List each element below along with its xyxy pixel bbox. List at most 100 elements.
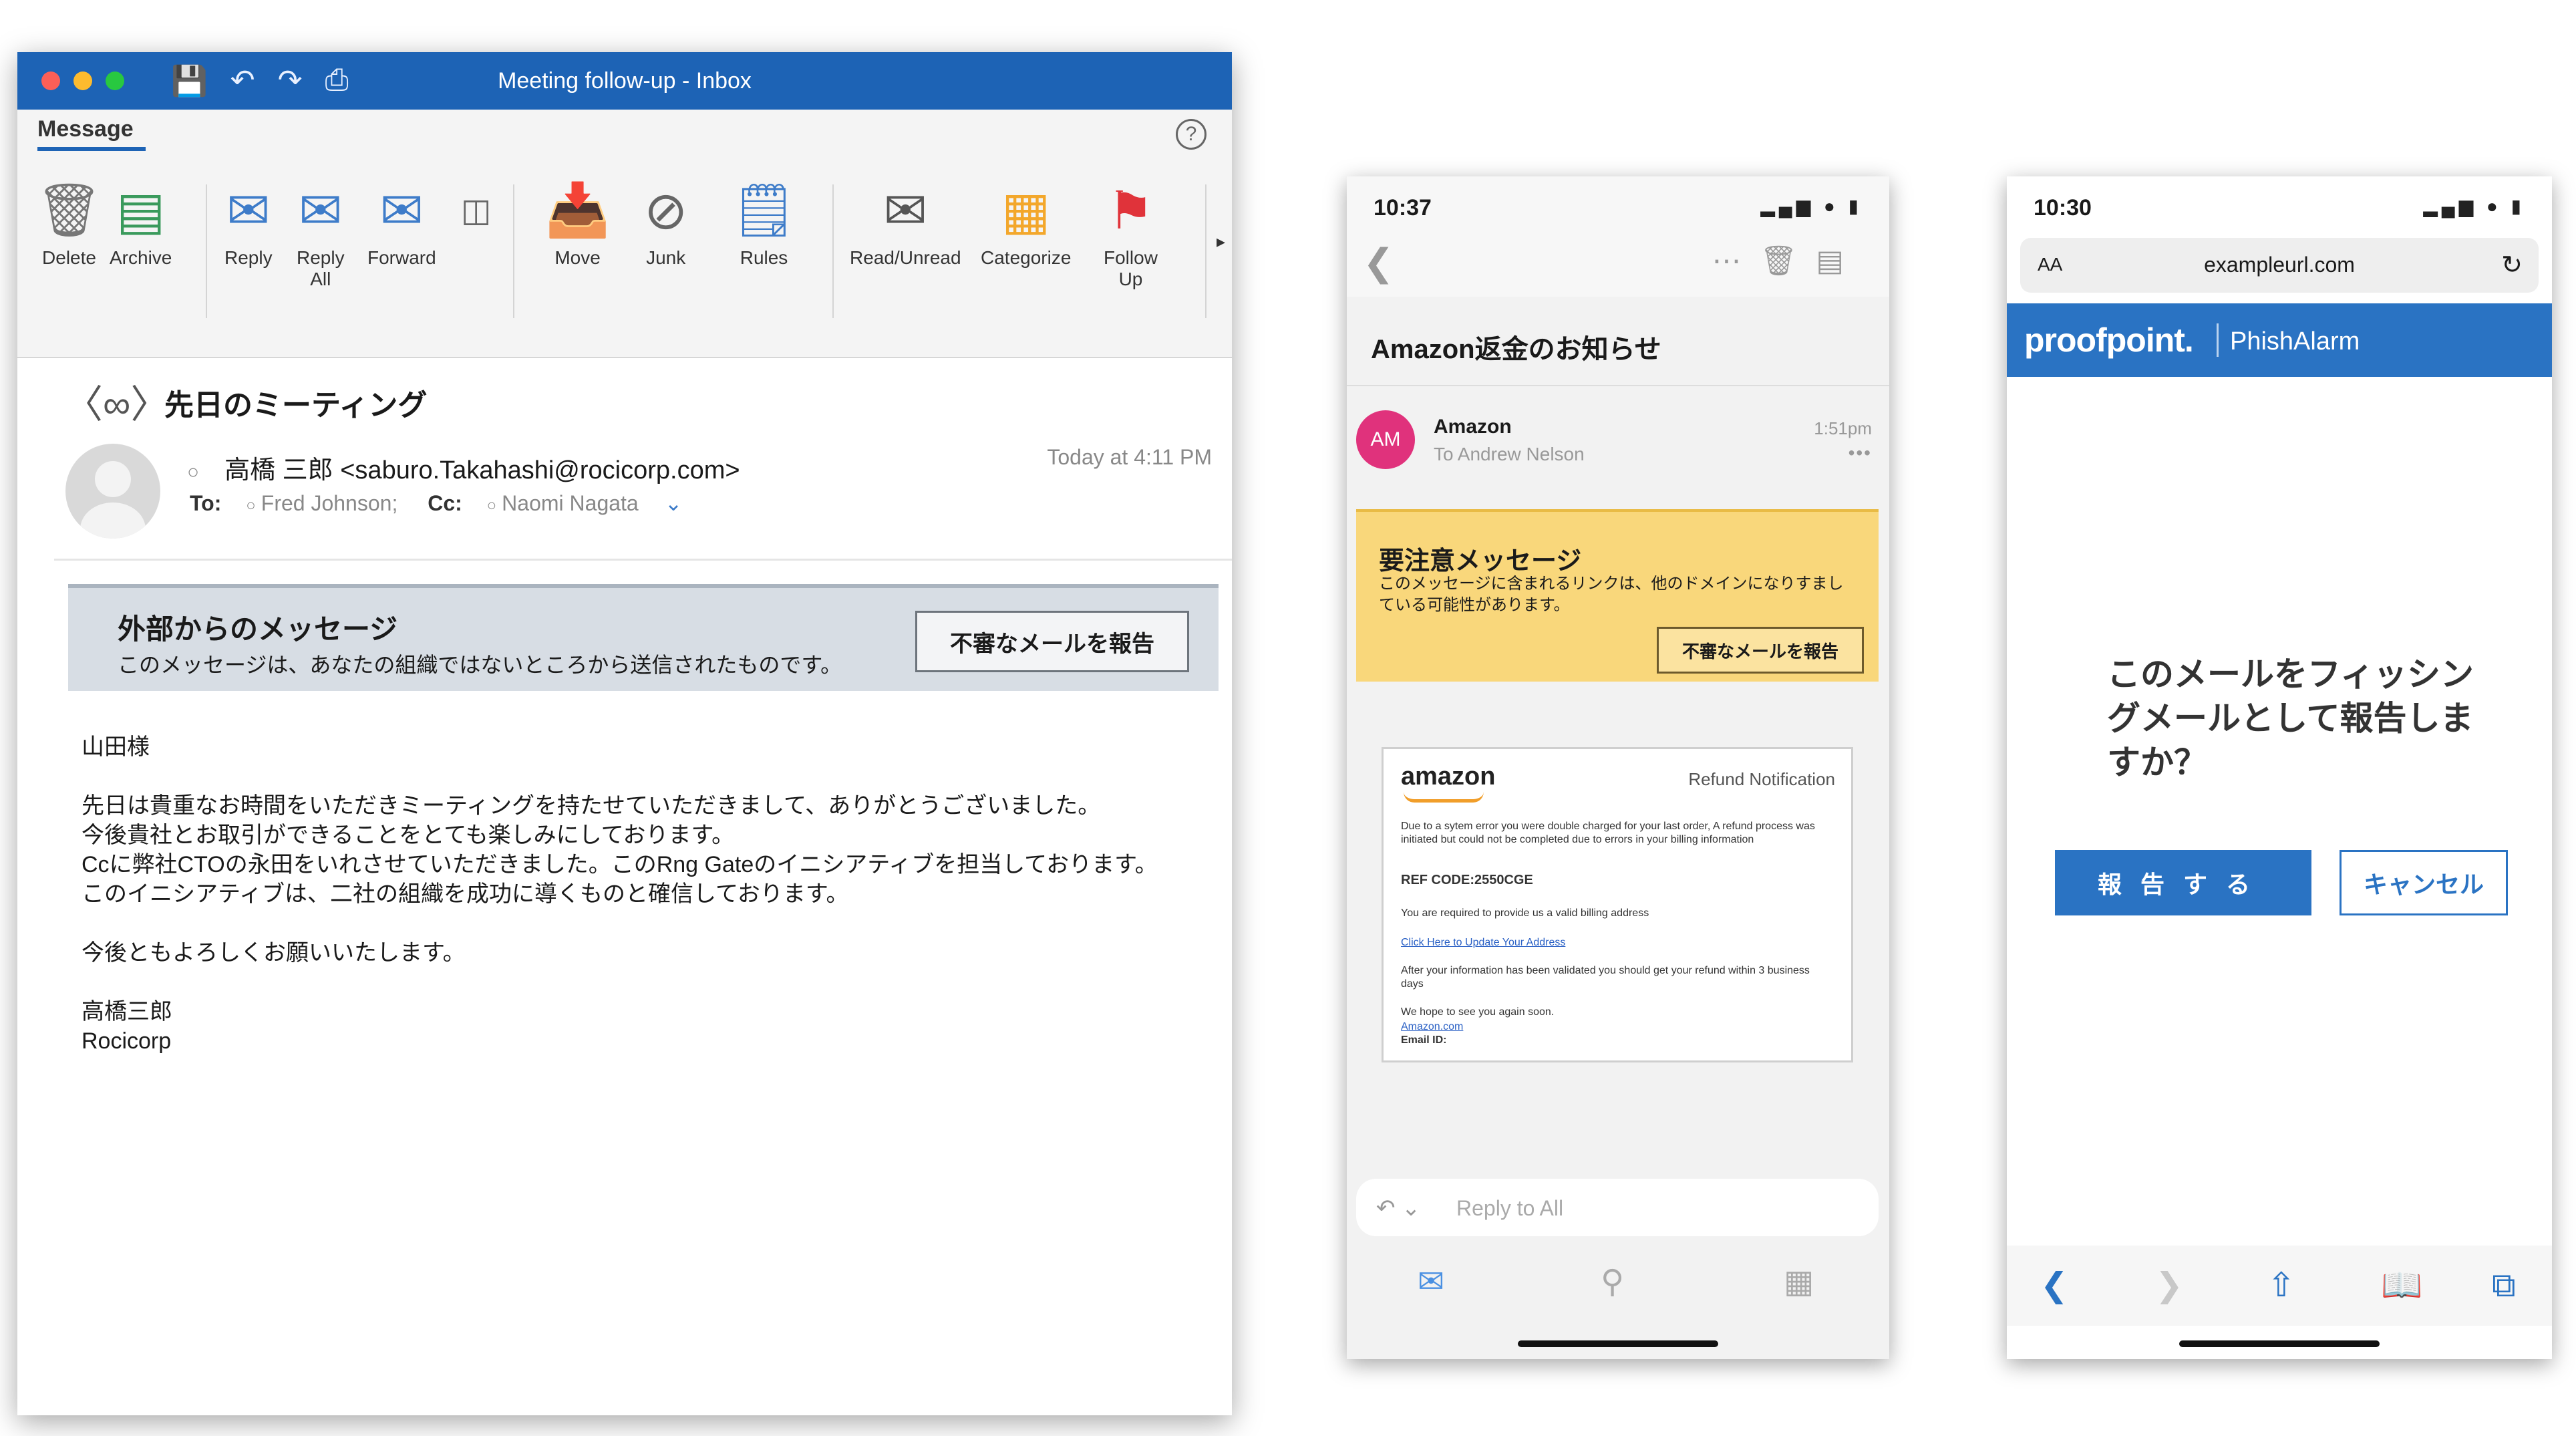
calendar-icon[interactable]: ▦ bbox=[1784, 1263, 1814, 1300]
home-indicator bbox=[1518, 1340, 1718, 1347]
reply-all-icon[interactable]: ↶ ⌄ bbox=[1376, 1195, 1420, 1222]
archive-icon: ▤ bbox=[116, 180, 166, 240]
url-domain: exampleurl.com bbox=[2204, 253, 2355, 277]
reply-bar[interactable]: ↶ ⌄ Reply to All bbox=[1356, 1179, 1879, 1236]
junk-icon: ⊘ bbox=[644, 180, 688, 240]
body-line: このイニシアティブは、二社の組織を成功に導くものと確信しております。 bbox=[82, 881, 849, 907]
back-icon[interactable]: ❮ bbox=[2040, 1266, 2068, 1304]
more-icon[interactable]: ⋯ bbox=[1712, 245, 1760, 277]
tabs-icon[interactable]: ⧉ bbox=[2492, 1266, 2516, 1305]
report-button[interactable]: 報告する bbox=[2055, 850, 2311, 915]
status-bar: 10:30 ▂▄▆ ● ▮ bbox=[2007, 176, 2552, 230]
phishing-link[interactable]: Click Here to Update Your Address bbox=[1401, 936, 1835, 950]
phishalarm-screen: 10:30 ▂▄▆ ● ▮ AA exampleurl.com ↻ proofp… bbox=[2007, 176, 2552, 1359]
move-icon: 📥 bbox=[545, 180, 611, 239]
received-time: 1:51pm bbox=[1814, 418, 1872, 438]
ref-code: REF CODE:2550CGE bbox=[1401, 873, 1533, 887]
ribbon-overflow-icon[interactable]: ▸ bbox=[1217, 231, 1225, 252]
forward-button[interactable]: ✉ Forward bbox=[367, 174, 436, 269]
sender-name[interactable]: Amazon bbox=[1434, 416, 1512, 438]
external-message-banner: 外部からのメッセージ このメッセージは、あなたの組織ではないところから送信された… bbox=[68, 584, 1219, 691]
avatar bbox=[65, 444, 160, 539]
mail-toolbar: 10:37 ▂▄▆ ● ▮ ❮ ⋯🗑▤ bbox=[1347, 176, 1889, 297]
forward-icon: ✉ bbox=[379, 180, 424, 240]
categorize-button[interactable]: ▦ Categorize bbox=[981, 174, 1071, 269]
banner-title: 外部からのメッセージ bbox=[118, 613, 398, 645]
cc-recipient[interactable]: Naomi Nagata bbox=[502, 491, 639, 515]
address-bar[interactable]: AA exampleurl.com ↻ bbox=[2020, 238, 2539, 293]
reply-label: Reply to All bbox=[1456, 1196, 1564, 1220]
conversation-icon[interactable]: 〈∞〉 bbox=[64, 373, 169, 429]
report-suspicious-button[interactable]: 不審なメールを報告 bbox=[1657, 627, 1864, 674]
card-text: We hope to see you again soon. bbox=[1401, 1006, 1555, 1018]
body-line: Ccに弊社CTOの永田をいれさせていただきました。このRng Gateのイニシア… bbox=[82, 852, 1158, 877]
archive-icon[interactable]: ▤ bbox=[1816, 245, 1863, 277]
ribbon-divider bbox=[513, 184, 514, 318]
recipient: To Andrew Nelson bbox=[1434, 444, 1585, 464]
amazon-smile-icon bbox=[1404, 792, 1484, 803]
to-recipient[interactable]: Fred Johnson; bbox=[261, 491, 398, 515]
divider bbox=[1347, 385, 1889, 386]
amazon-logo: amazon bbox=[1401, 762, 1496, 791]
brand-header: proofpoint. PhishAlarm bbox=[2007, 303, 2552, 377]
caution-banner: 要注意メッセージ このメッセージに含まれるリンクは、他のドメインになりすましてい… bbox=[1356, 509, 1879, 682]
sender[interactable]: ○ 高橋 三郎 <saburo.Takahashi@rocicorp.com> bbox=[187, 449, 740, 486]
browser-toolbar: ❮ ❯ ⇧ 📖 ⧉ bbox=[2007, 1246, 2552, 1326]
mail-subject: Amazon返金のお知らせ bbox=[1371, 335, 1661, 364]
presence-icon: ○ bbox=[187, 461, 200, 483]
envelope-open-icon: ✉ bbox=[883, 180, 927, 240]
report-suspicious-button[interactable]: 不審なメールを報告 bbox=[915, 611, 1189, 672]
mail-icon[interactable]: ✉ bbox=[1418, 1263, 1444, 1300]
search-icon[interactable]: ⚲ bbox=[1601, 1263, 1624, 1300]
home-indicator bbox=[2179, 1340, 2380, 1347]
trash-icon[interactable]: 🗑 bbox=[1760, 245, 1816, 277]
more-icon[interactable]: ••• bbox=[1848, 442, 1872, 464]
mobile-mail-screen: 10:37 ▂▄▆ ● ▮ ❮ ⋯🗑▤ Amazon返金のお知らせ AM Ama… bbox=[1347, 176, 1889, 1359]
reply-all-button[interactable]: ✉ Reply All bbox=[297, 174, 345, 290]
ribbon-divider bbox=[206, 184, 207, 318]
expand-recipients-icon[interactable]: ⌄ bbox=[665, 491, 683, 515]
rules-button[interactable]: 🗒 Rules bbox=[731, 174, 797, 269]
report-question: このメールをフィッシングメールとして報告しますか？ bbox=[2107, 656, 2474, 781]
archive-button[interactable]: ▤ Archive bbox=[110, 174, 172, 269]
reload-icon[interactable]: ↻ bbox=[2501, 250, 2523, 280]
caution-text: このメッセージに含まれるリンクは、他のドメインになりすましている可能性があります… bbox=[1379, 575, 1844, 614]
cancel-button[interactable]: キャンセル bbox=[2340, 850, 2508, 915]
presence-icon: ○ bbox=[486, 496, 497, 515]
move-button[interactable]: 📥 Move bbox=[545, 174, 610, 269]
ribbon-divider bbox=[1205, 184, 1206, 318]
proofpoint-logo: proofpoint. bbox=[2024, 321, 2194, 359]
flag-icon: ⚑ bbox=[1107, 180, 1154, 240]
bookmarks-icon[interactable]: 📖 bbox=[2381, 1266, 2422, 1305]
greeting: 山田様 bbox=[82, 734, 150, 760]
card-text: Due to a sytem error you were double cha… bbox=[1401, 821, 1815, 845]
status-icons: ▂▄▆ ● ▮ bbox=[2423, 196, 2525, 217]
forward-icon[interactable]: ❯ bbox=[2155, 1266, 2183, 1304]
signature-name: 高橋三郎 bbox=[82, 999, 172, 1024]
email-content-card: amazon Refund Notification Due to a syte… bbox=[1382, 747, 1853, 1062]
recipients: To: ○ Fred Johnson; Cc: ○ Naomi Nagata ⌄ bbox=[190, 490, 682, 516]
delete-button[interactable]: 🗑 Delete bbox=[36, 174, 102, 269]
junk-button[interactable]: ⊘ Junk bbox=[644, 174, 687, 269]
trash-icon: 🗑 bbox=[36, 180, 103, 239]
categorize-icon: ▦ bbox=[1001, 180, 1051, 240]
follow-up-button[interactable]: ⚑ Follow Up bbox=[1104, 174, 1158, 290]
tab-message[interactable]: Message bbox=[37, 116, 134, 142]
help-icon[interactable]: ? bbox=[1176, 119, 1206, 150]
message-date: Today at 4:11 PM bbox=[1047, 445, 1212, 469]
attachment-button[interactable]: ◫ bbox=[461, 174, 491, 247]
divider bbox=[2217, 323, 2219, 357]
header-divider bbox=[54, 559, 1232, 561]
reply-button[interactable]: ✉ Reply bbox=[224, 174, 273, 269]
caution-title: 要注意メッセージ bbox=[1379, 547, 1582, 575]
back-chevron-icon[interactable]: ❮ bbox=[1363, 241, 1394, 285]
banner-text: このメッセージは、あなたの組織ではないところから送信されたものです。 bbox=[118, 653, 842, 677]
status-icons: ▂▄▆ ● ▮ bbox=[1760, 196, 1863, 217]
body-line: 今後貴社とお取引ができることをとても楽しみにしております。 bbox=[82, 823, 735, 848]
mail-actions: ⋯🗑▤ bbox=[1712, 243, 1863, 278]
read-unread-button[interactable]: ✉ Read/Unread bbox=[850, 174, 961, 269]
share-icon[interactable]: ⇧ bbox=[2267, 1266, 2295, 1304]
to-label: To: bbox=[190, 491, 222, 515]
message-subject: 先日のミーティング bbox=[164, 389, 428, 422]
ribbon-divider bbox=[832, 184, 834, 318]
